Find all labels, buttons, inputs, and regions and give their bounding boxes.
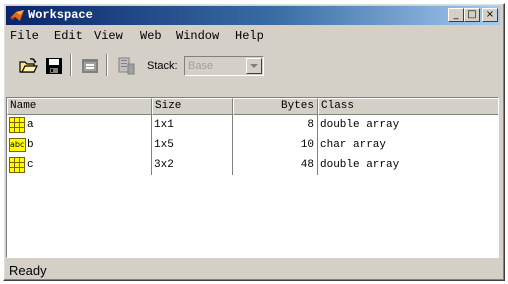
window-title: Workspace <box>28 8 93 22</box>
import-data-icon[interactable] <box>80 56 100 76</box>
minimize-button[interactable]: _ <box>448 8 464 22</box>
matrix-icon <box>9 117 25 133</box>
delete-variable-icon[interactable] <box>116 56 136 76</box>
variable-bytes: 48 <box>233 155 318 175</box>
toolbar-separator <box>70 54 72 76</box>
variable-size: 1x5 <box>152 135 233 155</box>
menu-file[interactable]: File <box>10 29 39 43</box>
minimize-icon: _ <box>453 9 459 20</box>
table-row[interactable]: abc b 1x5 10 char array <box>7 135 498 155</box>
title-bar[interactable]: Workspace _ □ × <box>6 6 500 25</box>
chevron-down-icon <box>250 64 258 68</box>
menu-help[interactable]: Help <box>235 29 264 43</box>
close-icon: × <box>485 9 495 20</box>
toolbar-separator <box>106 54 108 76</box>
column-header-bytes[interactable]: Bytes <box>233 98 318 115</box>
char-icon-label: abc <box>10 140 25 149</box>
table-row[interactable]: a 1x1 8 double array <box>7 115 498 135</box>
char-icon: abc <box>9 138 26 152</box>
column-header-class[interactable]: Class <box>318 98 498 115</box>
menu-edit[interactable]: Edit <box>54 29 83 43</box>
stack-value: Base <box>188 60 214 72</box>
matlab-logo-icon <box>10 10 24 21</box>
table-row[interactable]: c 3x2 48 double array <box>7 155 498 175</box>
stack-dropdown[interactable]: Base <box>184 56 264 76</box>
menu-web[interactable]: Web <box>140 29 162 43</box>
menu-window[interactable]: Window <box>176 29 219 43</box>
variable-bytes: 10 <box>233 135 318 155</box>
matrix-icon <box>9 157 25 173</box>
close-button[interactable]: × <box>482 8 498 22</box>
open-folder-icon[interactable] <box>18 56 38 76</box>
stack-label: Stack: <box>147 60 178 72</box>
maximize-icon: □ <box>467 9 477 20</box>
column-header-name[interactable]: Name <box>7 98 152 115</box>
menu-view[interactable]: View <box>94 29 123 43</box>
save-icon[interactable] <box>44 56 64 76</box>
dropdown-button[interactable] <box>246 58 262 74</box>
variable-name: a <box>27 119 34 131</box>
variable-name: c <box>27 159 34 171</box>
variable-bytes: 8 <box>233 115 318 135</box>
column-header-size[interactable]: Size <box>152 98 233 115</box>
maximize-button[interactable]: □ <box>464 8 480 22</box>
status-text: Ready <box>9 263 47 278</box>
variable-name: b <box>27 139 34 151</box>
toolbar: Stack: Base <box>6 46 500 84</box>
variable-table: Name Size Bytes Class a 1x1 8 double arr… <box>6 97 499 258</box>
variable-class: double array <box>320 159 400 171</box>
variable-size: 1x1 <box>152 115 233 135</box>
variable-size: 3x2 <box>152 155 233 175</box>
status-bar: Ready <box>6 261 501 279</box>
variable-class: char array <box>320 139 387 151</box>
variable-class: double array <box>320 119 400 131</box>
